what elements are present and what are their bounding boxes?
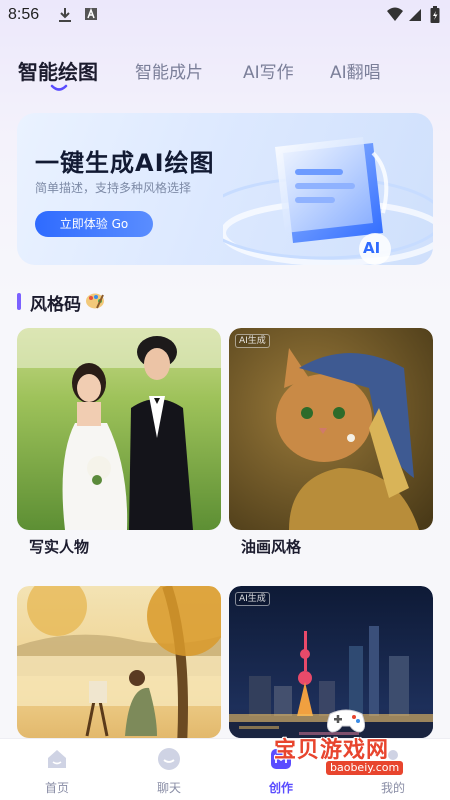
banner-illustration	[223, 137, 433, 265]
section-title: 风格码	[30, 295, 81, 315]
nav-home[interactable]: 首页	[17, 739, 97, 800]
signal-icon	[409, 9, 421, 21]
banner-ai-badge: AI	[363, 239, 381, 257]
ai-generated-tag: AI生成	[235, 592, 270, 606]
try-now-button[interactable]: 立即体验 Go	[35, 211, 153, 237]
active-tab-indicator	[50, 84, 68, 91]
site-watermark: 宝贝游戏网 baobeiy.com	[270, 704, 446, 784]
palette-icon	[86, 293, 104, 309]
chat-icon	[158, 748, 180, 770]
status-time: 8:56	[8, 6, 40, 23]
banner-subtitle: 简单描述，支持多种风格选择	[35, 181, 192, 195]
style-card-oil-painting[interactable]: AI生成 油画风格	[229, 328, 433, 560]
tab-smart-video[interactable]: 智能成片	[135, 58, 203, 83]
banner-title: 一键生成AI绘图	[35, 149, 215, 177]
nav-label: 聊天	[156, 781, 181, 795]
battery-icon	[430, 6, 440, 23]
style-card-realistic[interactable]: 写实人物	[17, 328, 221, 560]
tab-ai-cover-singing[interactable]: AI翻唱	[330, 58, 381, 83]
home-icon	[48, 750, 66, 768]
app-notification-icon	[85, 7, 97, 20]
card-label: 写实人物	[29, 538, 90, 556]
download-icon	[59, 8, 71, 22]
tab-ai-writing[interactable]: AI写作	[243, 58, 294, 83]
tab-smart-drawing[interactable]: 智能绘图	[18, 56, 98, 85]
watermark-url: baobeiy.com	[326, 761, 404, 775]
promo-banner[interactable]: AI 一键生成AI绘图 简单描述，支持多种风格选择 立即体验 Go	[17, 113, 433, 265]
style-card-illustration[interactable]	[17, 586, 221, 738]
style-preview-image	[17, 328, 221, 530]
category-tabs: 智能绘图 智能成片 AI写作 AI翻唱	[0, 52, 450, 96]
ai-generated-tag: AI生成	[235, 334, 270, 348]
status-bar: 8:56	[0, 0, 450, 32]
card-label: 油画风格	[241, 538, 302, 556]
style-preview-image	[229, 328, 433, 530]
nav-chat[interactable]: 聊天	[129, 739, 209, 800]
nav-label: 首页	[44, 781, 69, 795]
section-accent-bar	[17, 293, 21, 310]
style-preview-image	[17, 586, 221, 738]
wifi-icon	[387, 7, 403, 21]
watermark-text: 宝贝游戏网	[274, 738, 390, 763]
